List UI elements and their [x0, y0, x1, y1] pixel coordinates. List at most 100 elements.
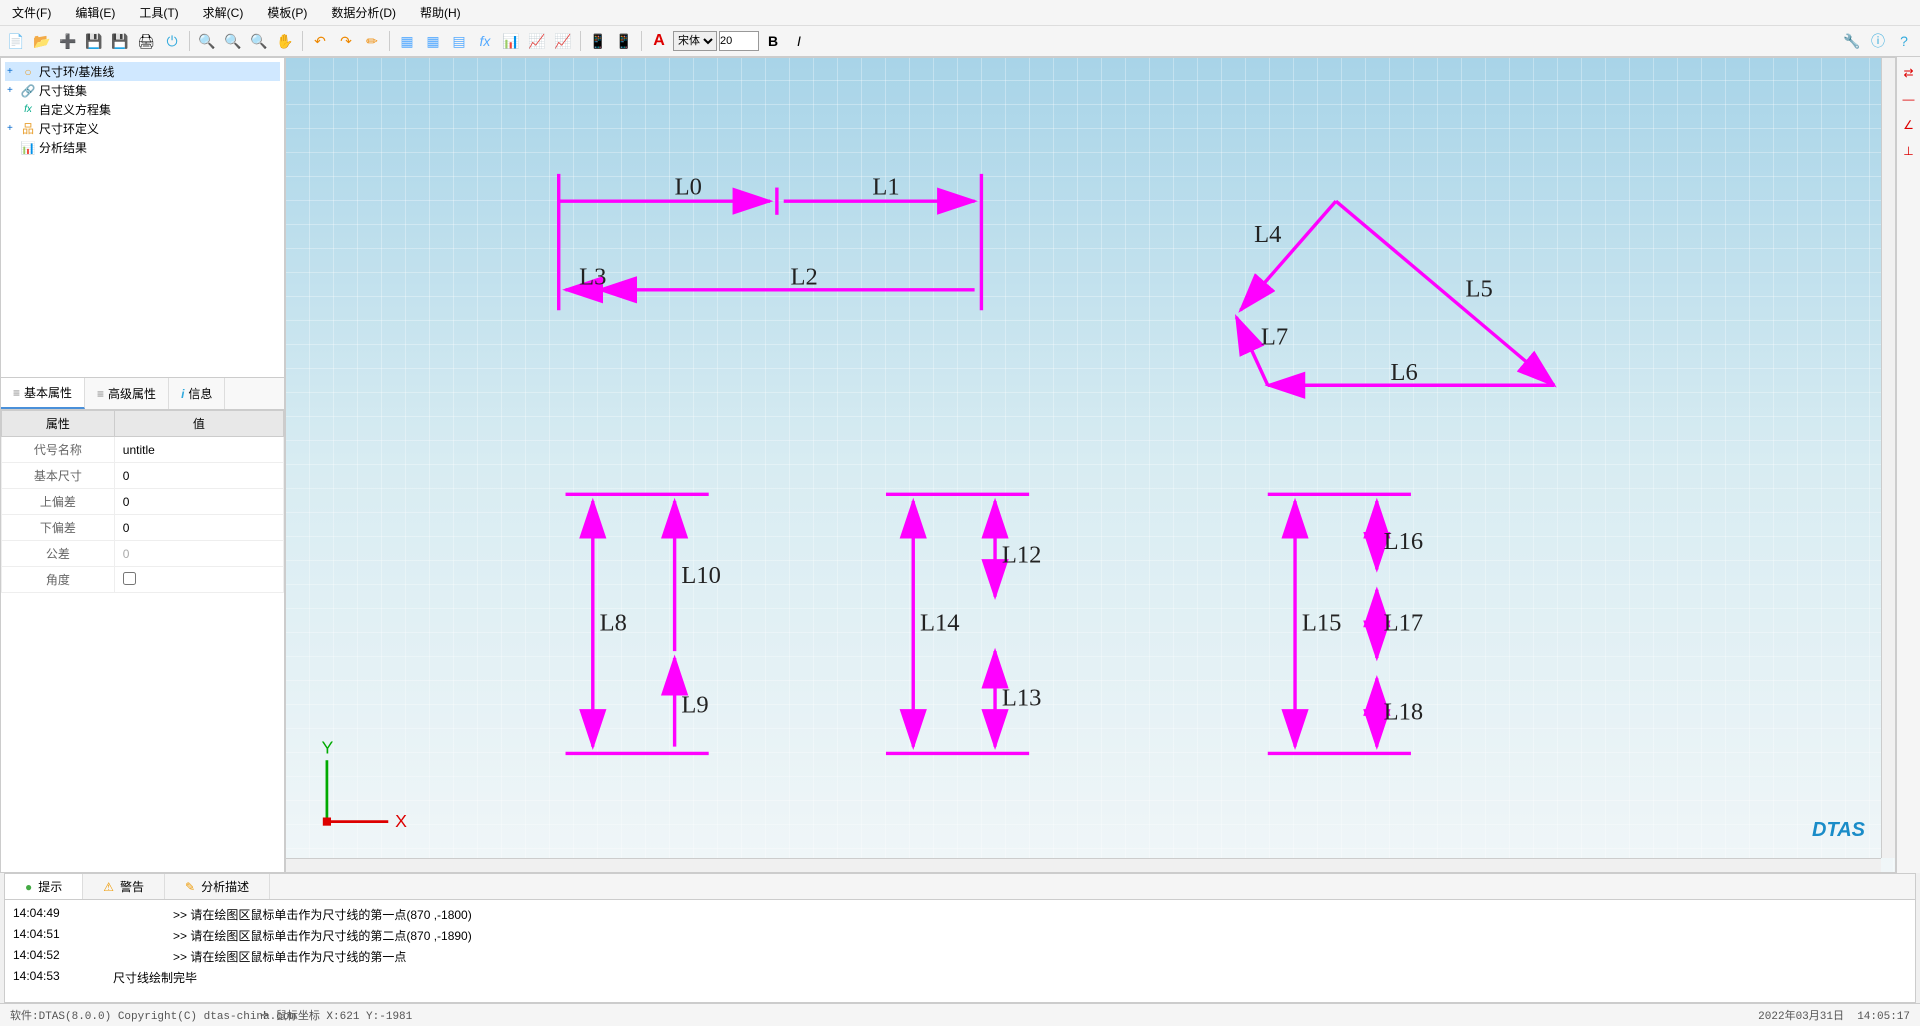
dim-label-L18: L18: [1384, 698, 1424, 725]
grid-icon[interactable]: ▦: [395, 29, 419, 53]
prop-row-angle[interactable]: 角度: [2, 567, 284, 593]
toolbar: 📄 📂 ➕ 💾 💾 🖨 ⏻ 🔍 🔍 🔍 ✋ ↶ ↷ ✏ ▦ ▦ ▤ fx 📊 📈…: [0, 26, 1920, 57]
zoom-in-icon[interactable]: 🔍: [195, 29, 219, 53]
cursor-icon: ✛: [260, 1011, 276, 1023]
dim-label-L14: L14: [920, 610, 960, 637]
save-icon[interactable]: 💾: [82, 29, 106, 53]
italic-icon[interactable]: I: [787, 29, 811, 53]
log-row: 14:04:52>> 请在绘图区鼠标单击作为尺寸线的第一点: [13, 946, 1907, 967]
redo-icon[interactable]: ↷: [334, 29, 358, 53]
prop-row-lowerdev[interactable]: 下偏差0: [2, 515, 284, 541]
fx-small-icon: fx: [21, 103, 35, 117]
font-family-select[interactable]: 宋体: [673, 31, 717, 51]
drawing-canvas[interactable]: L0 L1 L2 L3 L4 L5 L6 L7 L8 L9 L10 L12 L1…: [285, 57, 1896, 873]
pan-icon[interactable]: ✋: [273, 29, 297, 53]
help-icon[interactable]: ?: [1892, 29, 1916, 53]
open-file-icon[interactable]: 📂: [30, 29, 54, 53]
tree-item-definition[interactable]: + 品 尺寸环定义: [5, 119, 280, 138]
tree-label: 自定义方程集: [39, 101, 111, 118]
angle-icon[interactable]: ∠: [1899, 115, 1919, 135]
swap-icon[interactable]: ⇄: [1899, 63, 1919, 83]
angle-checkbox[interactable]: [123, 572, 136, 585]
dim-label-L0: L0: [675, 173, 702, 200]
tab-advanced-props[interactable]: ≡ 高级属性: [85, 378, 169, 409]
dim-label-L15: L15: [1302, 610, 1342, 637]
circle-icon: ○: [21, 65, 35, 79]
prop-row-codename[interactable]: 代号名称untitle: [2, 437, 284, 463]
brush-icon[interactable]: ✏: [360, 29, 384, 53]
expand-icon[interactable]: +: [7, 123, 17, 134]
horizontal-scrollbar[interactable]: [286, 858, 1881, 872]
canvas-svg: L0 L1 L2 L3 L4 L5 L6 L7 L8 L9 L10 L12 L1…: [286, 58, 1895, 863]
tab-warn[interactable]: ⚠ 警告: [83, 874, 165, 899]
tree-item-chain[interactable]: + 🔗 尺寸链集: [5, 81, 280, 100]
menu-tools[interactable]: 工具(T): [135, 2, 182, 23]
tab-basic-props[interactable]: ≡ 基本属性: [1, 378, 85, 409]
chart-icon[interactable]: 📈: [525, 29, 549, 53]
tab-label: 信息: [188, 385, 212, 402]
status-bar: 软件:DTAS(8.0.0) Copyright(C) dtas-china.c…: [0, 1003, 1920, 1026]
vertical-scrollbar[interactable]: [1881, 58, 1895, 858]
tree-item-dimension-ring[interactable]: + ○ 尺寸环/基准线: [5, 62, 280, 81]
expand-icon[interactable]: +: [7, 66, 17, 77]
menu-file[interactable]: 文件(F): [8, 2, 55, 23]
prop-row-tolerance[interactable]: 公差0: [2, 541, 284, 567]
menu-edit[interactable]: 编辑(E): [71, 2, 119, 23]
hline-icon[interactable]: —: [1899, 89, 1919, 109]
structure-icon: 品: [21, 122, 35, 136]
tree-item-results[interactable]: 📊 分析结果: [5, 138, 280, 157]
tab-hint[interactable]: ● 提示: [5, 874, 83, 899]
check-icon: ●: [25, 880, 32, 894]
text-a-icon[interactable]: A: [647, 29, 671, 53]
table-icon[interactable]: ▤: [447, 29, 471, 53]
new-file-icon[interactable]: 📄: [4, 29, 28, 53]
tab-label: 警告: [120, 878, 144, 895]
dim-label-L7: L7: [1261, 323, 1288, 350]
histogram-icon[interactable]: 📊: [499, 29, 523, 53]
log-row: 14:04:49>> 请在绘图区鼠标单击作为尺寸线的第一点(870 ,-1800…: [13, 904, 1907, 925]
menu-help[interactable]: 帮助(H): [416, 2, 465, 23]
font-size-input[interactable]: [719, 31, 759, 51]
tab-info[interactable]: i 信息: [169, 378, 225, 409]
warning-icon: ⚠: [103, 880, 114, 894]
menu-data-analysis[interactable]: 数据分析(D): [327, 2, 400, 23]
tree-label: 尺寸环/基准线: [39, 63, 114, 80]
bars-icon: 📊: [21, 141, 35, 155]
device2-icon[interactable]: 📱: [612, 29, 636, 53]
property-tabs: ≡ 基本属性 ≡ 高级属性 i 信息: [1, 378, 284, 410]
tab-label: 基本属性: [24, 384, 72, 401]
menu-template[interactable]: 模板(P): [263, 2, 311, 23]
right-toolbar: ⇄ — ∠ ⊥: [1896, 57, 1920, 873]
info-circle-icon[interactable]: ⓘ: [1866, 29, 1890, 53]
tab-label: 提示: [38, 878, 62, 895]
power-icon[interactable]: ⏻: [160, 29, 184, 53]
tree-label: 尺寸链集: [39, 82, 87, 99]
dim-label-L5: L5: [1465, 276, 1492, 303]
expand-icon[interactable]: +: [7, 85, 17, 96]
bold-icon[interactable]: B: [761, 29, 785, 53]
undo-icon[interactable]: ↶: [308, 29, 332, 53]
log-area[interactable]: 14:04:49>> 请在绘图区鼠标单击作为尺寸线的第一点(870 ,-1800…: [5, 900, 1915, 1000]
prop-header-name: 属性: [2, 411, 115, 437]
tree-view[interactable]: + ○ 尺寸环/基准线 + 🔗 尺寸链集 fx 自定义方程集 + 品 尺寸环定义: [1, 58, 284, 378]
tree-label: 分析结果: [39, 139, 87, 156]
left-panel: + ○ 尺寸环/基准线 + 🔗 尺寸链集 fx 自定义方程集 + 品 尺寸环定义: [0, 57, 285, 873]
device-icon[interactable]: 📱: [586, 29, 610, 53]
chart2-icon[interactable]: 📈: [551, 29, 575, 53]
perp-icon[interactable]: ⊥: [1899, 141, 1919, 161]
grid2-icon[interactable]: ▦: [421, 29, 445, 53]
menu-solve[interactable]: 求解(C): [199, 2, 248, 23]
add-icon[interactable]: ➕: [56, 29, 80, 53]
print-icon[interactable]: 🖨: [134, 29, 158, 53]
zoom-fit-icon[interactable]: 🔍: [247, 29, 271, 53]
wrench-icon[interactable]: 🔧: [1840, 29, 1864, 53]
tree-item-equations[interactable]: fx 自定义方程集: [5, 100, 280, 119]
tab-label: 分析描述: [201, 878, 249, 895]
fx-icon[interactable]: fx: [473, 29, 497, 53]
prop-row-basicsize[interactable]: 基本尺寸0: [2, 463, 284, 489]
zoom-out-icon[interactable]: 🔍: [221, 29, 245, 53]
log-row: 14:04:51>> 请在绘图区鼠标单击作为尺寸线的第二点(870 ,-1890…: [13, 925, 1907, 946]
prop-row-upperdev[interactable]: 上偏差0: [2, 489, 284, 515]
tab-analysis[interactable]: ✎ 分析描述: [165, 874, 270, 899]
save-as-icon[interactable]: 💾: [108, 29, 132, 53]
